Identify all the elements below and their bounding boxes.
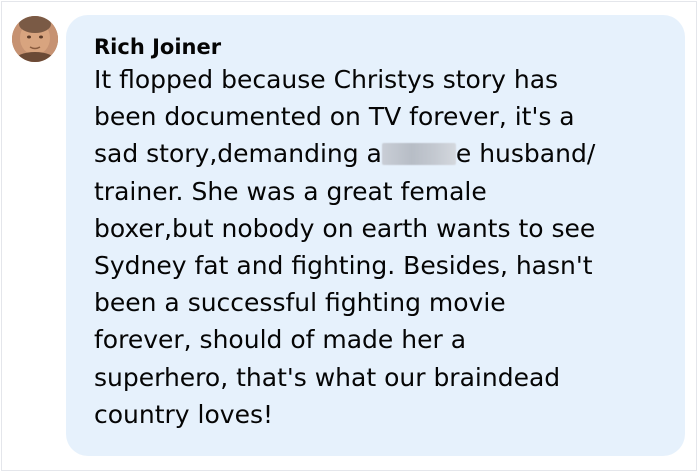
avatar-photo	[12, 16, 58, 62]
comment-line: Sydney fat and fighting. Besides, hasn't	[94, 250, 593, 280]
comment-line: It flopped because Christys story has	[94, 65, 559, 94]
comment-line-segment: e husband/	[455, 139, 596, 169]
comment-line-segment: sad story,demanding a	[94, 139, 382, 169]
comment-line: trainer. She was a great female	[94, 176, 487, 206]
comment-author-name[interactable]: Rich Joiner	[94, 33, 657, 61]
comment-line: forever, should of made her a	[94, 325, 467, 355]
comment-line: sad story,demanding a e husband/	[94, 135, 657, 172]
comment-line: been documented on TV forever, it's a	[94, 102, 575, 132]
redacted-word	[381, 143, 456, 166]
comment-line: superhero, that's what our braindead	[94, 362, 561, 392]
comment-line: country loves!	[94, 399, 274, 429]
comment-line: been a successful fighting movie	[94, 288, 506, 318]
comment-bubble: Rich Joiner It flopped because Christys …	[66, 15, 685, 456]
avatar[interactable]	[12, 16, 58, 62]
comment-body: It flopped because Christys story has be…	[94, 61, 657, 433]
comment-line: boxer,but nobody on earth wants to see	[94, 213, 596, 243]
